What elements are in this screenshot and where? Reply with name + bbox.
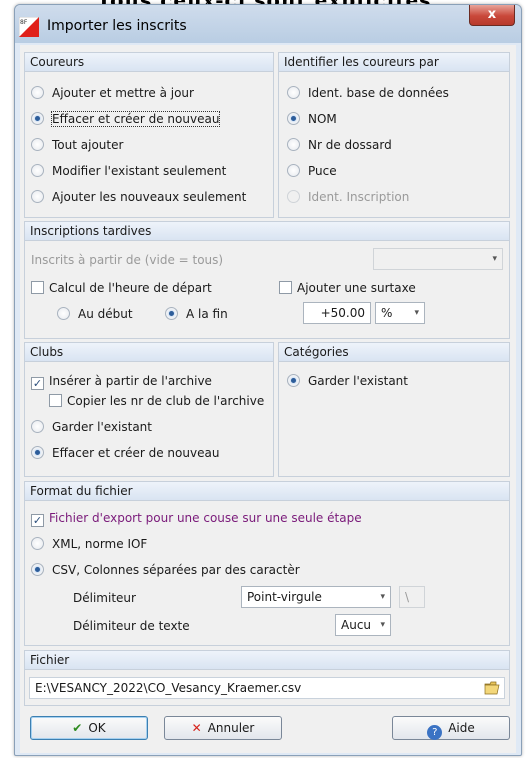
checkmark-icon: ✔ <box>72 721 83 735</box>
coureurs-option-2[interactable]: Tout ajouter <box>31 137 123 153</box>
identifier-title: Identifier les coureurs par <box>279 53 509 72</box>
coureurs-title: Coureurs <box>25 53 273 72</box>
ok-button[interactable]: ✔ OK <box>30 716 148 740</box>
identifier-option-3[interactable]: Puce <box>287 163 337 179</box>
checkbox-icon[interactable] <box>49 394 62 407</box>
start-option[interactable]: Au début <box>57 306 133 322</box>
clubs-title: Clubs <box>25 343 273 362</box>
cross-icon: ✕ <box>191 721 202 735</box>
close-button[interactable]: x <box>469 5 515 26</box>
radio-icon[interactable] <box>287 164 300 177</box>
radio-icon[interactable] <box>31 537 44 550</box>
end-option[interactable]: A la fin <box>165 306 228 322</box>
radio-selected-icon[interactable] <box>287 112 300 125</box>
csv-option[interactable]: CSV, Colonnes séparées par des caractèr <box>31 562 300 578</box>
delim-select[interactable]: Point-virgule ▾ <box>241 586 391 608</box>
tardives-group: Inscriptions tardives Inscrits à partir … <box>24 221 510 339</box>
checkbox-icon[interactable] <box>279 281 292 294</box>
title-bar[interactable]: 8F Importer les inscrits x <box>15 5 521 43</box>
radio-selected-icon[interactable] <box>287 374 300 387</box>
radio-icon[interactable] <box>31 138 44 151</box>
open-folder-icon[interactable] <box>484 680 501 696</box>
format-group: Format du fichier ✓ Fichier d'export pour… <box>24 481 510 646</box>
surtaxe-input[interactable]: +50.00 <box>303 302 371 324</box>
radio-icon[interactable] <box>287 86 300 99</box>
tardives-title: Inscriptions tardives <box>25 222 509 241</box>
cancel-button[interactable]: ✕ Annuler <box>164 716 282 740</box>
checkbox-icon[interactable] <box>31 281 44 294</box>
chevron-down-icon: ▾ <box>492 254 497 264</box>
import-dialog: 8F Importer les inscrits x Coureurs Ajou… <box>14 4 522 756</box>
text-delim-label: Délimiteur de texte <box>73 619 190 633</box>
dialog-client: Coureurs Ajouter et mettre à jour Efface… <box>20 45 516 753</box>
coureurs-option-0[interactable]: Ajouter et mettre à jour <box>31 85 194 101</box>
surtaxe-checkbox[interactable]: Ajouter une surtaxe <box>279 280 416 296</box>
chevron-down-icon: ▾ <box>380 592 385 602</box>
identifier-group: Identifier les coureurs par Ident. base … <box>278 52 510 218</box>
radio-icon[interactable] <box>287 138 300 151</box>
fichier-title: Fichier <box>25 651 509 670</box>
identifier-option-0[interactable]: Ident. base de données <box>287 85 449 101</box>
radio-icon[interactable] <box>57 307 70 320</box>
copy-club-checkbox[interactable]: Copier les nr de club de l'archive <box>49 393 264 409</box>
checkbox-checked-icon[interactable]: ✓ <box>31 514 44 527</box>
checkbox-checked-icon[interactable]: ✓ <box>31 377 44 390</box>
file-path-input[interactable]: E:\VESANCY_2022\CO_Vesancy_Kraemer.csv <box>29 677 505 699</box>
coureurs-group: Coureurs Ajouter et mettre à jour Efface… <box>24 52 274 218</box>
identifier-option-4[interactable]: Ident. Inscription <box>287 189 409 205</box>
fichier-group: Fichier E:\VESANCY_2022\CO_Vesancy_Kraem… <box>24 650 510 706</box>
radio-icon[interactable] <box>31 420 44 433</box>
single-stage-checkbox[interactable]: ✓ Fichier d'export pour une couse sur une… <box>31 510 362 527</box>
svg-text:8F: 8F <box>20 19 28 26</box>
delim-other-input[interactable]: \ <box>399 586 425 608</box>
radio-selected-icon[interactable] <box>31 112 44 125</box>
categories-keep-option[interactable]: Garder l'existant <box>287 373 408 389</box>
radio-disabled-icon[interactable] <box>287 190 300 203</box>
radio-selected-icon[interactable] <box>31 446 44 459</box>
clubs-group: Clubs ✓ Insérer à partir de l'archive Cop… <box>24 342 274 477</box>
text-delim-select[interactable]: Aucu ▾ <box>335 614 391 636</box>
radio-icon[interactable] <box>31 86 44 99</box>
help-button[interactable]: ? Aide <box>392 716 510 740</box>
xml-option[interactable]: XML, norme IOF <box>31 536 147 552</box>
from-label: Inscrits à partir de (vide = tous) <box>31 253 224 267</box>
coureurs-option-3[interactable]: Modifier l'existant seulement <box>31 163 226 179</box>
from-select[interactable]: ▾ <box>373 248 503 270</box>
delim-label: Délimiteur <box>73 591 136 605</box>
coureurs-option-4[interactable]: Ajouter les nouveaux seulement <box>31 189 246 205</box>
clubs-erase-option[interactable]: Effacer et créer de nouveau <box>31 445 219 461</box>
radio-selected-icon[interactable] <box>165 307 178 320</box>
insert-archive-checkbox[interactable]: ✓ Insérer à partir de l'archive <box>31 373 212 390</box>
calc-start-checkbox[interactable]: Calcul de l'heure de départ <box>31 280 212 296</box>
identifier-option-1[interactable]: NOM <box>287 111 337 127</box>
radio-icon[interactable] <box>31 190 44 203</box>
window-title: Importer les inscrits <box>47 18 187 34</box>
radio-selected-icon[interactable] <box>31 563 44 576</box>
identifier-option-2[interactable]: Nr de dossard <box>287 137 392 153</box>
surtaxe-unit-select[interactable]: % ▾ <box>375 302 425 324</box>
categories-group: Catégories Garder l'existant <box>278 342 510 477</box>
help-icon: ? <box>427 725 443 740</box>
radio-icon[interactable] <box>31 164 44 177</box>
categories-title: Catégories <box>279 343 509 362</box>
clubs-keep-option[interactable]: Garder l'existant <box>31 419 152 435</box>
chevron-down-icon: ▾ <box>380 620 385 630</box>
chevron-down-icon: ▾ <box>414 308 419 318</box>
coureurs-option-1[interactable]: Effacer et créer de nouveau <box>31 111 221 127</box>
app-icon: 8F <box>19 17 39 37</box>
format-title: Format du fichier <box>25 482 509 501</box>
